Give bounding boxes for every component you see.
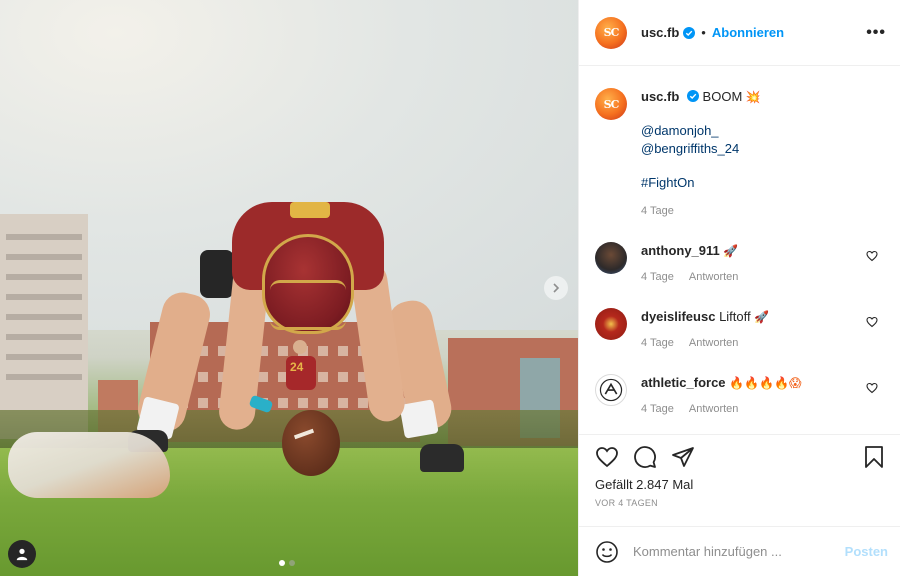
caption-body: usc.fb BOOM 💥 @damonjoh_ @bengriffiths_2… <box>641 88 761 220</box>
user-tag-icon <box>16 548 28 561</box>
reply-button[interactable]: Antworten <box>689 337 739 349</box>
carousel-dot <box>289 560 295 566</box>
bookmark-icon[interactable] <box>862 445 886 469</box>
hashtag-link[interactable]: #FightOn <box>641 174 761 192</box>
caption-username[interactable]: usc.fb <box>641 89 679 104</box>
gloves <box>8 432 170 498</box>
user-tags-button[interactable] <box>8 540 36 568</box>
comment-age: 4 Tage <box>641 271 674 283</box>
comment-item: athletic_force 🔥🔥🔥🔥😱 4 Tage Antworten <box>595 374 884 418</box>
comment-body: anthony_911 🚀 4 Tage Antworten <box>641 242 738 286</box>
rocket-emoji-icon: 🚀 <box>754 310 770 324</box>
rocket-emoji-icon: 🚀 <box>723 244 739 258</box>
follow-button[interactable]: Abonnieren <box>712 25 784 40</box>
caption-author-avatar[interactable]: SC <box>595 88 627 120</box>
author-username[interactable]: usc.fb <box>641 25 679 40</box>
smiley-icon[interactable] <box>595 540 619 564</box>
mention-link[interactable]: @bengriffiths_24 <box>641 140 761 158</box>
comment-item: dyeislifeusc Liftoff 🚀 4 Tage Antworten <box>595 308 884 352</box>
post-header: SC usc.fb • Abonnieren ••• <box>579 0 900 66</box>
next-photo-button[interactable] <box>544 276 568 300</box>
comment-body: dyeislifeusc Liftoff 🚀 4 Tage Antworten <box>641 308 769 352</box>
reply-button[interactable]: Antworten <box>689 403 739 415</box>
commenter-username[interactable]: anthony_911 <box>641 243 720 258</box>
post-caption: SC usc.fb BOOM 💥 @damonjoh_ @bengriffith… <box>595 88 884 220</box>
collision-emoji-icon: 💥 <box>745 90 761 104</box>
post-comment-button[interactable]: Posten <box>845 544 888 559</box>
commenter-username[interactable]: athletic_force <box>641 375 726 390</box>
avatar-monogram: SC <box>603 97 620 111</box>
caption-text: BOOM <box>702 89 743 104</box>
carousel-dot-active <box>279 560 285 566</box>
comment-body: athletic_force 🔥🔥🔥🔥😱 4 Tage Antworten <box>641 374 801 418</box>
heart-icon[interactable] <box>866 382 878 394</box>
reply-button[interactable]: Antworten <box>689 271 739 283</box>
post-photo[interactable]: 24 <box>0 0 578 576</box>
comment-bubble-icon[interactable] <box>633 445 657 469</box>
verified-badge-icon <box>686 90 699 102</box>
carousel-indicator <box>279 560 295 566</box>
post-timestamp: VOR 4 TAGEN <box>595 498 658 508</box>
commenter-avatar[interactable] <box>595 242 627 274</box>
verified-badge-icon <box>683 26 696 39</box>
comment-input[interactable] <box>633 544 845 559</box>
author-avatar[interactable]: SC <box>595 16 627 49</box>
instagram-post: 24 SC usc.fb • Abonnieren ••• SC usc.fb … <box>0 0 900 576</box>
avatar-monogram: SC <box>603 26 620 39</box>
like-count[interactable]: Gefällt 2.847 Mal <box>595 477 886 492</box>
comments-list[interactable]: SC usc.fb BOOM 💥 @damonjoh_ @bengriffith… <box>579 66 900 434</box>
commenter-avatar[interactable] <box>595 308 627 340</box>
football <box>282 410 340 476</box>
paper-plane-icon[interactable] <box>671 445 695 469</box>
heart-icon[interactable] <box>866 316 878 328</box>
comment-composer: Posten <box>579 526 900 576</box>
comment-age: 4 Tage <box>641 337 674 349</box>
commenter-avatar[interactable] <box>595 374 627 406</box>
heart-icon[interactable] <box>595 445 619 469</box>
comment-item: anthony_911 🚀 4 Tage Antworten <box>595 242 884 286</box>
commenter-username[interactable]: dyeislifeusc <box>641 309 715 324</box>
post-actions: Gefällt 2.847 Mal VOR 4 TAGEN <box>579 434 900 526</box>
mention-link[interactable]: @damonjoh_ <box>641 122 761 140</box>
athletic-force-logo-icon <box>599 378 623 402</box>
comment-text: Liftoff <box>719 309 751 324</box>
chevron-right-icon <box>553 283 560 293</box>
heart-icon[interactable] <box>866 250 878 262</box>
caption-age: 4 Tage <box>641 205 674 217</box>
fire-emoji-icon: 🔥🔥🔥🔥😱 <box>729 376 802 390</box>
more-options-button[interactable]: ••• <box>866 24 886 42</box>
post-sidebar: SC usc.fb • Abonnieren ••• SC usc.fb BOO… <box>578 0 900 576</box>
separator-dot: • <box>701 25 706 40</box>
comment-age: 4 Tage <box>641 403 674 415</box>
